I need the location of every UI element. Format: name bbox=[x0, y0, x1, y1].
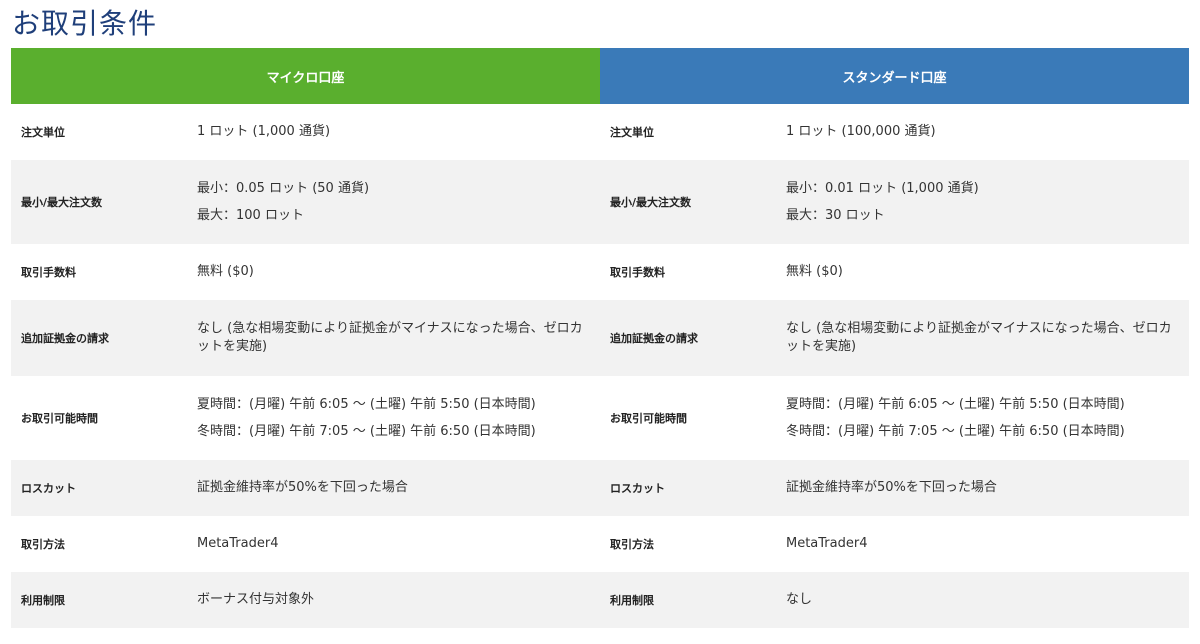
table-row-min-max-order: 最小/最大注文数 最小：0.01 ロット (1,000 通貨) 最大：30 ロット bbox=[600, 160, 1189, 244]
row-values: ボーナス付与対象外 bbox=[197, 591, 600, 609]
row-label: 追加証拠金の請求 bbox=[21, 332, 109, 345]
row-label: ロスカット bbox=[610, 482, 665, 495]
row-values: なし (急な相場変動により証拠金がマイナスになった場合、ゼロカットを実施) bbox=[197, 320, 600, 356]
row-value: なし (急な相場変動により証拠金がマイナスになった場合、ゼロカットを実施) bbox=[197, 321, 583, 354]
row-value: 無料 ($0) bbox=[197, 264, 254, 279]
row-label: 注文単位 bbox=[610, 126, 654, 139]
row-label: 利用制限 bbox=[610, 594, 654, 607]
row-value: 最小：0.05 ロット (50 通貨) bbox=[197, 180, 370, 196]
table-row-usage-restriction: 利用制限 なし bbox=[600, 572, 1189, 628]
table-row-margin-call: 追加証拠金の請求 なし (急な相場変動により証拠金がマイナスになった場合、ゼロカッ… bbox=[600, 300, 1189, 376]
table-row-order-unit: 注文単位 1 ロット (1,000 通貨) bbox=[11, 104, 600, 160]
row-values: MetaTrader4 bbox=[197, 535, 600, 553]
row-value: 無料 ($0) bbox=[786, 264, 843, 279]
row-value: 証拠金維持率が50%を下回った場合 bbox=[197, 480, 408, 495]
row-value: 1 ロット (100,000 通貨) bbox=[786, 124, 936, 139]
row-label: 最小/最大注文数 bbox=[610, 196, 692, 209]
row-values: なし bbox=[786, 591, 1189, 609]
table-row-trading-method: 取引方法 MetaTrader4 bbox=[600, 516, 1189, 572]
row-values: 無料 ($0) bbox=[786, 263, 1189, 281]
account-column-micro: マイクロ口座注文単位 1 ロット (1,000 通貨) 最小/最大注文数 最小：0.0… bbox=[11, 48, 600, 628]
table-row-margin-call: 追加証拠金の請求 なし (急な相場変動により証拠金がマイナスになった場合、ゼロカッ… bbox=[11, 300, 600, 376]
row-values: 無料 ($0) bbox=[197, 263, 600, 281]
row-label: 取引手数料 bbox=[21, 266, 76, 279]
row-values: 1 ロット (1,000 通貨) bbox=[197, 123, 600, 141]
table-row-order-unit: 注文単位 1 ロット (100,000 通貨) bbox=[600, 104, 1189, 160]
row-value: 最大：100 ロット bbox=[197, 207, 304, 223]
row-values: 最小：0.01 ロット (1,000 通貨) 最大：30 ロット bbox=[786, 180, 1189, 225]
table-row-trading-method: 取引方法 MetaTrader4 bbox=[11, 516, 600, 572]
row-values: 最小：0.05 ロット (50 通貨) 最大：100 ロット bbox=[197, 180, 600, 225]
table-row-usage-restriction: 利用制限 ボーナス付与対象外 bbox=[11, 572, 600, 628]
row-values: MetaTrader4 bbox=[786, 535, 1189, 553]
row-values: 夏時間：(月曜) 午前 6:05 〜 (土曜) 午前 5:50 (日本時間) 冬時… bbox=[786, 396, 1189, 441]
table-row-loss-cut: ロスカット 証拠金維持率が50%を下回った場合 bbox=[600, 460, 1189, 516]
row-value: MetaTrader4 bbox=[786, 536, 868, 551]
table-row-min-max-order: 最小/最大注文数 最小：0.05 ロット (50 通貨) 最大：100 ロット bbox=[11, 160, 600, 244]
table-row-trading-fee: 取引手数料 無料 ($0) bbox=[600, 244, 1189, 300]
row-value: なし (急な相場変動により証拠金がマイナスになった場合、ゼロカットを実施) bbox=[786, 321, 1172, 354]
table-row-trading-hours: お取引可能時間 夏時間：(月曜) 午前 6:05 〜 (土曜) 午前 5:50 (… bbox=[600, 376, 1189, 460]
row-label: お取引可能時間 bbox=[21, 412, 98, 425]
row-label: 最小/最大注文数 bbox=[21, 196, 103, 209]
row-value: 冬時間：(月曜) 午前 7:05 〜 (土曜) 午前 6:50 (日本時間) bbox=[786, 423, 1125, 439]
row-value: ボーナス付与対象外 bbox=[197, 592, 315, 607]
row-label: 注文単位 bbox=[21, 126, 65, 139]
row-value: 冬時間：(月曜) 午前 7:05 〜 (土曜) 午前 6:50 (日本時間) bbox=[197, 423, 536, 439]
row-values: 夏時間：(月曜) 午前 6:05 〜 (土曜) 午前 5:50 (日本時間) 冬時… bbox=[197, 396, 600, 441]
account-header: スタンダード口座 bbox=[600, 48, 1189, 104]
row-value: 証拠金維持率が50%を下回った場合 bbox=[786, 480, 997, 495]
row-value: 最大：30 ロット bbox=[786, 207, 885, 223]
row-values: 証拠金維持率が50%を下回った場合 bbox=[786, 479, 1189, 497]
page-title: お取引条件 bbox=[12, 7, 158, 40]
row-value: 最小：0.01 ロット (1,000 通貨) bbox=[786, 180, 979, 196]
row-value: 夏時間：(月曜) 午前 6:05 〜 (土曜) 午前 5:50 (日本時間) bbox=[786, 396, 1125, 412]
row-values: 証拠金維持率が50%を下回った場合 bbox=[197, 479, 600, 497]
account-comparison-table: マイクロ口座 注文単位 1 ロット (1,000 通貨) 最小/最大注文数 最小：0.0… bbox=[11, 48, 1189, 628]
row-label: 取引方法 bbox=[610, 538, 654, 551]
row-value: なし bbox=[786, 592, 813, 607]
row-value: 1 ロット (1,000 通貨) bbox=[197, 124, 331, 139]
row-values: 1 ロット (100,000 通貨) bbox=[786, 123, 1189, 141]
row-value: MetaTrader4 bbox=[197, 536, 279, 551]
account-header: マイクロ口座 bbox=[11, 48, 600, 104]
table-row-loss-cut: ロスカット 証拠金維持率が50%を下回った場合 bbox=[11, 460, 600, 516]
table-row-trading-fee: 取引手数料 無料 ($0) bbox=[11, 244, 600, 300]
table-row-trading-hours: お取引可能時間 夏時間：(月曜) 午前 6:05 〜 (土曜) 午前 5:50 (… bbox=[11, 376, 600, 460]
row-label: 取引手数料 bbox=[610, 266, 665, 279]
row-label: 追加証拠金の請求 bbox=[610, 332, 698, 345]
row-label: お取引可能時間 bbox=[610, 412, 687, 425]
row-values: なし (急な相場変動により証拠金がマイナスになった場合、ゼロカットを実施) bbox=[786, 320, 1189, 356]
row-label: 取引方法 bbox=[21, 538, 65, 551]
row-label: ロスカット bbox=[21, 482, 76, 495]
row-label: 利用制限 bbox=[21, 594, 65, 607]
account-column-standard: スタンダード口座 注文単位 1 ロット (100,000 通貨) 最小/最大注文数 最小… bbox=[600, 48, 1189, 628]
row-value: 夏時間：(月曜) 午前 6:05 〜 (土曜) 午前 5:50 (日本時間) bbox=[197, 396, 536, 412]
